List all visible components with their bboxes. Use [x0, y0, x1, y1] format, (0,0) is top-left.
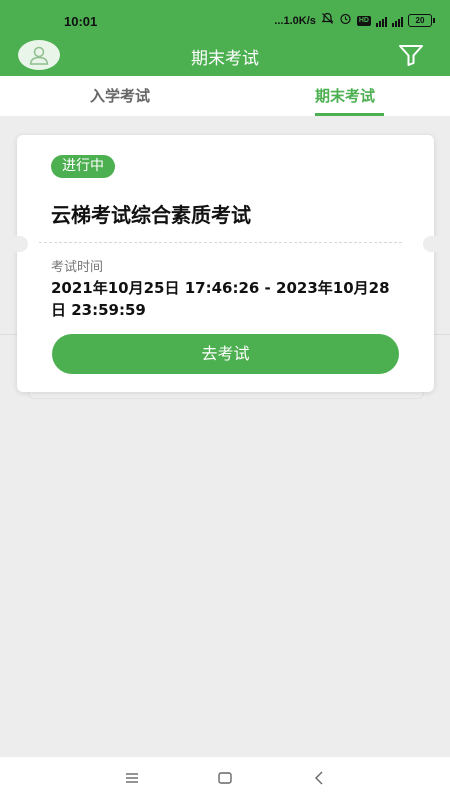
card-notch-right: [423, 236, 445, 252]
tab-final-exam[interactable]: 期末考试: [315, 85, 375, 106]
tab-bar: 入学考试 期末考试: [0, 76, 450, 116]
back-icon[interactable]: [310, 769, 330, 787]
exam-time-label: 考试时间: [51, 260, 104, 275]
signal-4g-icon: [376, 15, 387, 27]
start-exam-button[interactable]: 去考试: [52, 334, 399, 374]
battery-icon: 20: [408, 14, 435, 27]
home-icon[interactable]: [215, 769, 235, 787]
card-divider: [39, 242, 402, 243]
alarm-icon: [339, 12, 352, 29]
system-nav-bar: [0, 757, 450, 800]
exam-card[interactable]: 进行中 云梯考试综合素质考试 考试时间 2021年10月25日 17:46:26…: [17, 135, 434, 392]
status-bar: 10:01 ...1.0K/s HD 20: [0, 0, 450, 40]
exam-time-value: 2021年10月25日 17:46:26 - 2023年10月28日 23:59…: [51, 279, 390, 319]
status-badge: 进行中: [51, 155, 115, 178]
app-header: 期末考试: [0, 40, 450, 76]
active-tab-indicator: [315, 113, 384, 116]
net-speed: ...1.0K/s: [274, 14, 316, 27]
card-notch-left: [6, 236, 28, 252]
mute-icon: [321, 12, 334, 29]
hd-icon: HD: [356, 15, 371, 26]
exam-title: 云梯考试综合素质考试: [51, 203, 251, 227]
page-title: 期末考试: [191, 49, 259, 69]
filter-icon: [399, 45, 423, 66]
menu-icon[interactable]: [122, 769, 142, 787]
signal-icon: [392, 15, 403, 27]
status-time: 10:01: [64, 14, 98, 29]
status-icons: ...1.0K/s HD 20: [274, 12, 435, 29]
filter-button[interactable]: [398, 43, 424, 67]
tab-entrance-exam[interactable]: 入学考试: [90, 85, 150, 106]
